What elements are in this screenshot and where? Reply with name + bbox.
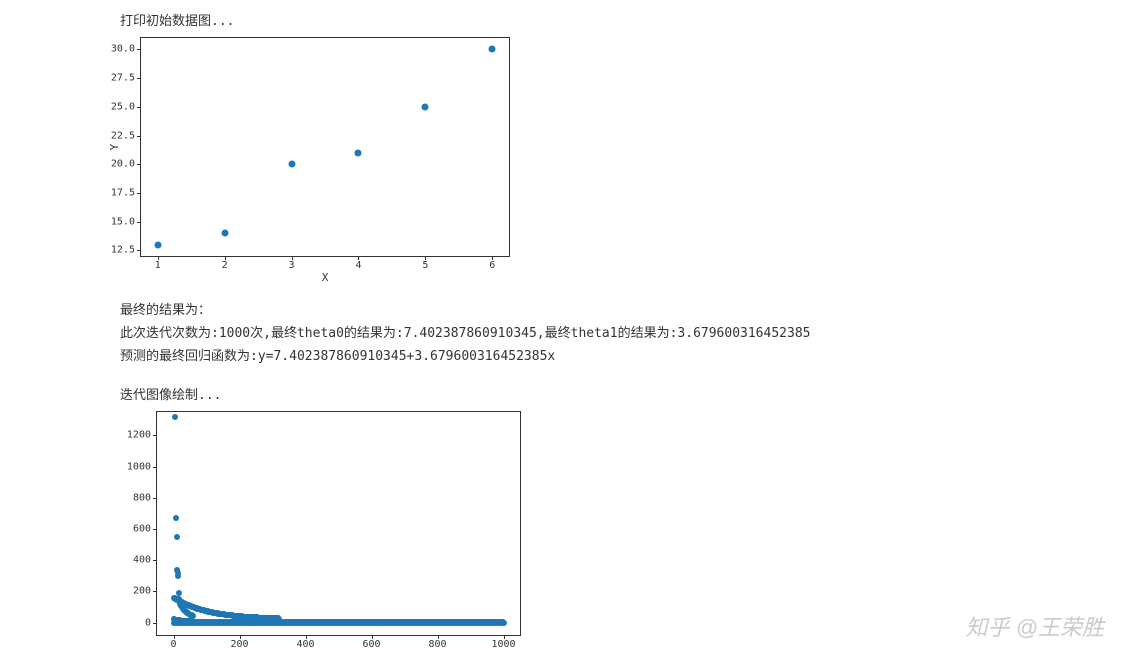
- iteration-plot-label: 迭代图像绘制...: [120, 384, 1124, 403]
- chart-1-wrap: Y X 12.515.017.520.022.525.027.530.01234…: [140, 37, 1124, 257]
- chart1-point: [489, 46, 496, 53]
- iteration-result-line: 此次迭代次数为:1000次,最终theta0的结果为:7.40238786091…: [120, 322, 1124, 341]
- chart1-ylabel: Y: [108, 144, 121, 151]
- chart2-point: [175, 573, 181, 579]
- chart2-point: [501, 620, 507, 626]
- chart1-point: [221, 230, 228, 237]
- chart2-point: [173, 515, 179, 521]
- watermark: 知乎 @王荣胜: [966, 610, 1104, 642]
- chart1-point: [422, 103, 429, 110]
- scatter-chart-1: Y X 12.515.017.520.022.525.027.530.01234…: [140, 37, 510, 257]
- final-result-label: 最终的结果为：: [120, 299, 1124, 318]
- chart-2-wrap: 02004006008001000120002004006008001000: [156, 411, 1124, 636]
- chart1-point: [355, 149, 362, 156]
- chart2-point: [172, 414, 178, 420]
- print-initial-label: 打印初始数据图...: [120, 10, 1124, 29]
- chart1-point: [154, 241, 161, 248]
- scatter-chart-2: 02004006008001000120002004006008001000: [156, 411, 521, 636]
- regression-function-line: 预测的最终回归函数为:y=7.402387860910345+3.6796003…: [120, 345, 1124, 364]
- chart1-xlabel: X: [322, 271, 329, 284]
- chart2-point: [174, 534, 180, 540]
- chart1-point: [288, 161, 295, 168]
